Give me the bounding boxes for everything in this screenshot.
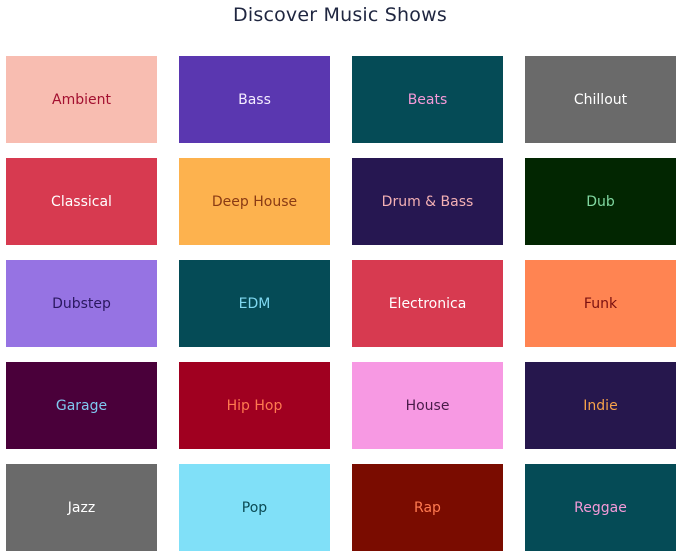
genre-tile-garage[interactable]: Garage [6,362,157,449]
genre-label: Beats [407,91,448,108]
genre-grid: Ambient Bass Beats Chillout Classical Deep Ho… [6,56,676,551]
genre-label: Chillout [573,91,628,108]
genre-tile-electronica[interactable]: Electronica [352,260,503,347]
genre-tile-ambient[interactable]: Ambient [6,56,157,143]
genre-tile-deep-house[interactable]: Deep House [179,158,330,245]
genre-label: Reggae [574,499,627,516]
genre-tile-hip-hop[interactable]: Hip Hop [179,362,330,449]
genre-label: Pop [241,499,268,516]
genre-label: Funk [583,295,618,312]
genre-tile-chillout[interactable]: Chillout [525,56,676,143]
genre-tile-dubstep[interactable]: Dubstep [6,260,157,347]
genre-label: Classical [51,193,112,210]
genre-tile-reggae[interactable]: Reggae [525,464,676,551]
genre-label: EDM [238,295,271,312]
genre-tile-beats[interactable]: Beats [352,56,503,143]
genre-tile-drum-bass[interactable]: Drum & Bass [352,158,503,245]
genre-label: Electronica [388,295,467,312]
genre-tile-rap[interactable]: Rap [352,464,503,551]
genre-tile-funk[interactable]: Funk [525,260,676,347]
genre-label: House [405,397,450,414]
genre-tile-edm[interactable]: EDM [179,260,330,347]
genre-tile-indie[interactable]: Indie [525,362,676,449]
genre-label: Rap [414,499,441,516]
genre-label: Deep House [211,193,298,210]
genre-label: Garage [55,397,108,414]
genre-tile-jazz[interactable]: Jazz [6,464,157,551]
page-title: Discover Music Shows [233,4,447,26]
genre-label: Drum & Bass [381,193,474,210]
genre-label: Dubstep [52,295,111,312]
genre-label: Ambient [52,91,111,108]
genre-label: Dub [586,193,615,210]
genre-tile-pop[interactable]: Pop [179,464,330,551]
genre-label: Bass [238,91,271,108]
genre-tile-classical[interactable]: Classical [6,158,157,245]
genre-label: Indie [583,397,618,414]
genre-tile-house[interactable]: House [352,362,503,449]
genre-tile-dub[interactable]: Dub [525,158,676,245]
genre-tile-bass[interactable]: Bass [179,56,330,143]
genre-label: Jazz [67,499,96,516]
genre-label: Hip Hop [226,397,283,414]
